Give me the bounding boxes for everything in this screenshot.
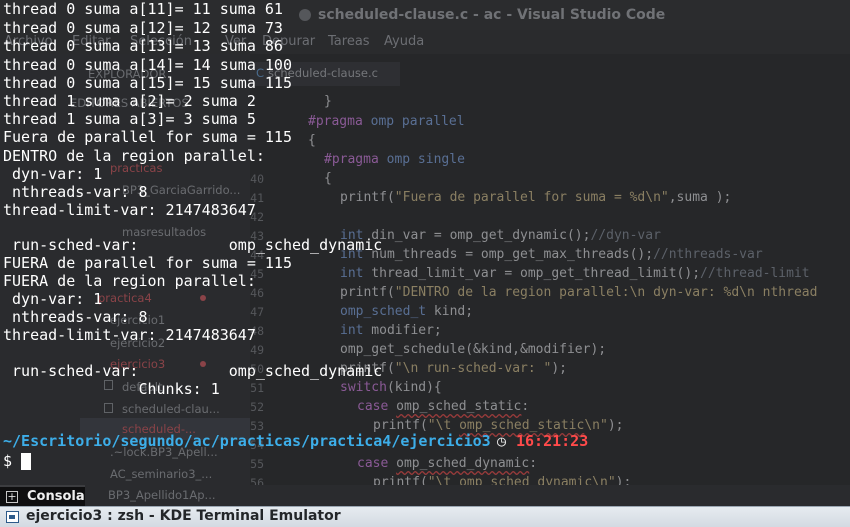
terminal-line: thread 0 suma a[13]= 13 suma 86: [3, 37, 283, 55]
line-number: 55: [250, 457, 264, 471]
console-tab-label: Consola: [27, 489, 85, 504]
vscode-menu-ayuda: Ayuda: [384, 34, 425, 49]
code-line: omp_get_schedule(&kind,&modifier);: [340, 342, 607, 357]
file-icon: [104, 403, 113, 413]
code-line: printf("DENTRO de la region parallel:\n …: [340, 285, 818, 300]
terminal-line: thread-limit-var: 2147483647: [3, 201, 256, 219]
terminal-line: FUERA de parallel for suma = 115: [3, 254, 292, 272]
terminal-line: thread 1 suma a[3]= 3 suma 5: [3, 110, 256, 128]
sidebar-item-ac-seminario: AC_seminario3_...: [110, 467, 213, 481]
code-line: {: [308, 133, 316, 148]
sidebar-modified-dot: [200, 295, 206, 301]
terminal-line: thread 0 suma a[11]= 11 suma 61: [3, 0, 283, 18]
vscode-close-icon: [299, 9, 311, 21]
code-line: int num_threads = omp_get_max_threads();…: [340, 247, 763, 262]
window-titlebar[interactable]: ejercicio3 : zsh - KDE Terminal Emulator: [0, 506, 850, 527]
terminal-line: dyn-var: 1: [3, 165, 103, 183]
vscode-title: scheduled-clause.c - ac - Visual Studio …: [318, 7, 666, 23]
terminal-line: thread 0 suma a[14]= 14 suma 100: [3, 56, 292, 74]
terminal-line: nthreads-var: 8: [3, 308, 148, 326]
code-line: {: [324, 171, 332, 186]
window-title: ejercicio3 : zsh - KDE Terminal Emulator: [26, 508, 341, 524]
terminal-line: thread-limit-var: 2147483647: [3, 326, 256, 344]
terminal-line: DENTRO de la region parallel:: [3, 147, 265, 165]
console-tab-bar: + Consola BP3_Apellido1Ap...: [0, 485, 850, 506]
sidebar-item-practica4: practica4: [98, 291, 152, 305]
plus-icon[interactable]: +: [6, 491, 18, 503]
code-line: case omp_sched_static:: [357, 399, 530, 414]
prompt-path: ~/Escritorio/segundo/ac/practicas/practi…: [3, 432, 491, 450]
vscode-menu-tareas: Tareas: [328, 34, 370, 49]
konsole-app-icon: [6, 511, 19, 523]
sidebar-item-scheduled-clause: scheduled-clau...: [122, 402, 220, 416]
line-number: 40: [250, 172, 264, 186]
terminal-line: dyn-var: 1: [3, 290, 103, 308]
line-number: 52: [250, 400, 264, 414]
terminal-line: FUERA de la region parallel:: [3, 272, 256, 290]
code-line: }: [324, 94, 332, 109]
code-line: #pragma omp single: [324, 152, 465, 167]
code-line: printf("Fuera de parallel for suma = %d\…: [340, 190, 732, 205]
code-line: case omp_sched_dynamic:: [357, 456, 538, 471]
line-number: 51: [250, 381, 264, 395]
terminal-line: thread 0 suma a[12]= 12 suma 73: [3, 19, 283, 37]
code-line: int thread_limit_var = omp_get_thread_li…: [340, 266, 810, 281]
prompt-symbol: $: [3, 452, 13, 470]
terminal-line: Chunks: 1: [3, 380, 220, 398]
code-line: int din_var = omp_get_dynamic();//dyn-va…: [340, 228, 661, 243]
sidebar-item-bp3-apellido: BP3_Apellido1Ap...: [108, 488, 216, 502]
code-line: omp_sched_t kind;: [340, 304, 474, 319]
terminal-line: thread 0 suma a[15]= 15 suma 115: [3, 74, 292, 92]
console-tab[interactable]: + Consola: [0, 485, 85, 506]
clock-icon: ◷: [497, 432, 507, 450]
terminal-cursor[interactable]: [21, 453, 31, 470]
terminal-line: nthreads-var: 8: [3, 183, 148, 201]
code-line: #pragma omp parallel: [308, 114, 465, 129]
terminal-line: run-sched-var: omp_sched_dynamic: [3, 236, 383, 254]
terminal-line: Fuera de parallel for suma = 115: [3, 128, 292, 146]
line-number: 47: [250, 305, 264, 319]
terminal-line: thread 1 suma a[2]= 2 suma 2: [3, 92, 256, 110]
prompt-time: 16:21:23: [516, 432, 589, 450]
terminal-line: run-sched-var: omp_sched_dynamic: [3, 362, 383, 380]
code-line: int modifier;: [340, 323, 442, 338]
